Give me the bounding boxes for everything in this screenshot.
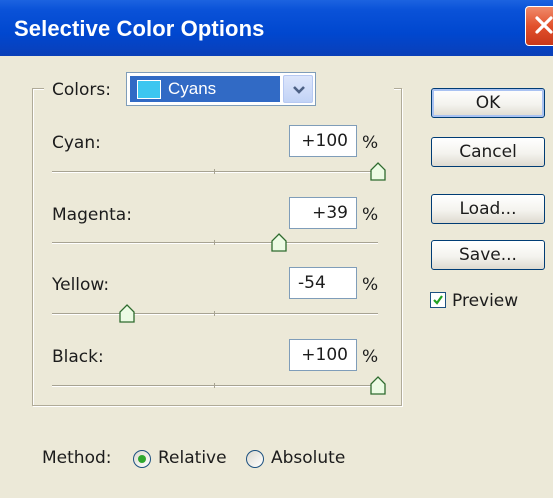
black-value-input[interactable]: +100 — [289, 339, 357, 371]
load-button[interactable]: Load... — [431, 194, 545, 224]
radio-selected-dot — [138, 455, 146, 463]
yellow-label: Yellow: — [52, 275, 110, 295]
save-button[interactable]: Save... — [431, 240, 545, 270]
relative-radio[interactable] — [133, 450, 151, 468]
selective-color-dialog: Selective Color Options Colors: Cyans Cy… — [0, 0, 553, 498]
dropdown-arrow-button[interactable] — [283, 75, 313, 103]
dialog-title: Selective Color Options — [14, 16, 265, 41]
checkmark-icon — [433, 295, 443, 305]
close-icon — [535, 16, 553, 34]
close-button[interactable] — [525, 6, 553, 46]
preview-label[interactable]: Preview — [452, 291, 518, 311]
black-slider-thumb[interactable] — [370, 376, 386, 396]
magenta-value-input[interactable]: +39 — [289, 197, 357, 229]
absolute-radio-label[interactable]: Absolute — [271, 448, 345, 468]
cyan-label: Cyan: — [52, 133, 101, 153]
cyan-value-input[interactable]: +100 — [289, 125, 357, 157]
ok-button[interactable]: OK — [431, 88, 545, 118]
magenta-slider-thumb[interactable] — [270, 233, 287, 253]
relative-radio-label[interactable]: Relative — [158, 448, 227, 468]
black-label: Black: — [52, 347, 104, 367]
yellow-slider-thumb[interactable] — [119, 304, 135, 324]
colors-dropdown[interactable]: Cyans — [126, 72, 316, 106]
absolute-radio[interactable] — [246, 450, 264, 468]
magenta-slider-track[interactable] — [52, 242, 378, 244]
color-swatch — [137, 80, 161, 99]
cyan-percent-label: % — [362, 133, 379, 153]
yellow-percent-label: % — [362, 275, 379, 295]
magenta-percent-label: % — [362, 205, 379, 225]
magenta-label: Magenta: — [52, 205, 132, 225]
cancel-button[interactable]: Cancel — [431, 137, 545, 167]
chevron-down-icon — [293, 86, 305, 94]
title-bar[interactable]: Selective Color Options — [0, 0, 553, 56]
cyan-slider-track[interactable] — [52, 171, 378, 173]
colors-selected-value: Cyans — [168, 79, 217, 98]
method-label: Method: — [42, 448, 112, 468]
colors-label: Colors: — [52, 80, 111, 100]
preview-checkbox[interactable] — [430, 292, 446, 308]
yellow-slider-track[interactable] — [52, 313, 378, 315]
cyan-slider-thumb[interactable] — [370, 162, 386, 182]
yellow-value-input[interactable]: -54 — [289, 267, 357, 299]
black-slider-track[interactable] — [52, 385, 378, 387]
black-percent-label: % — [362, 347, 379, 367]
